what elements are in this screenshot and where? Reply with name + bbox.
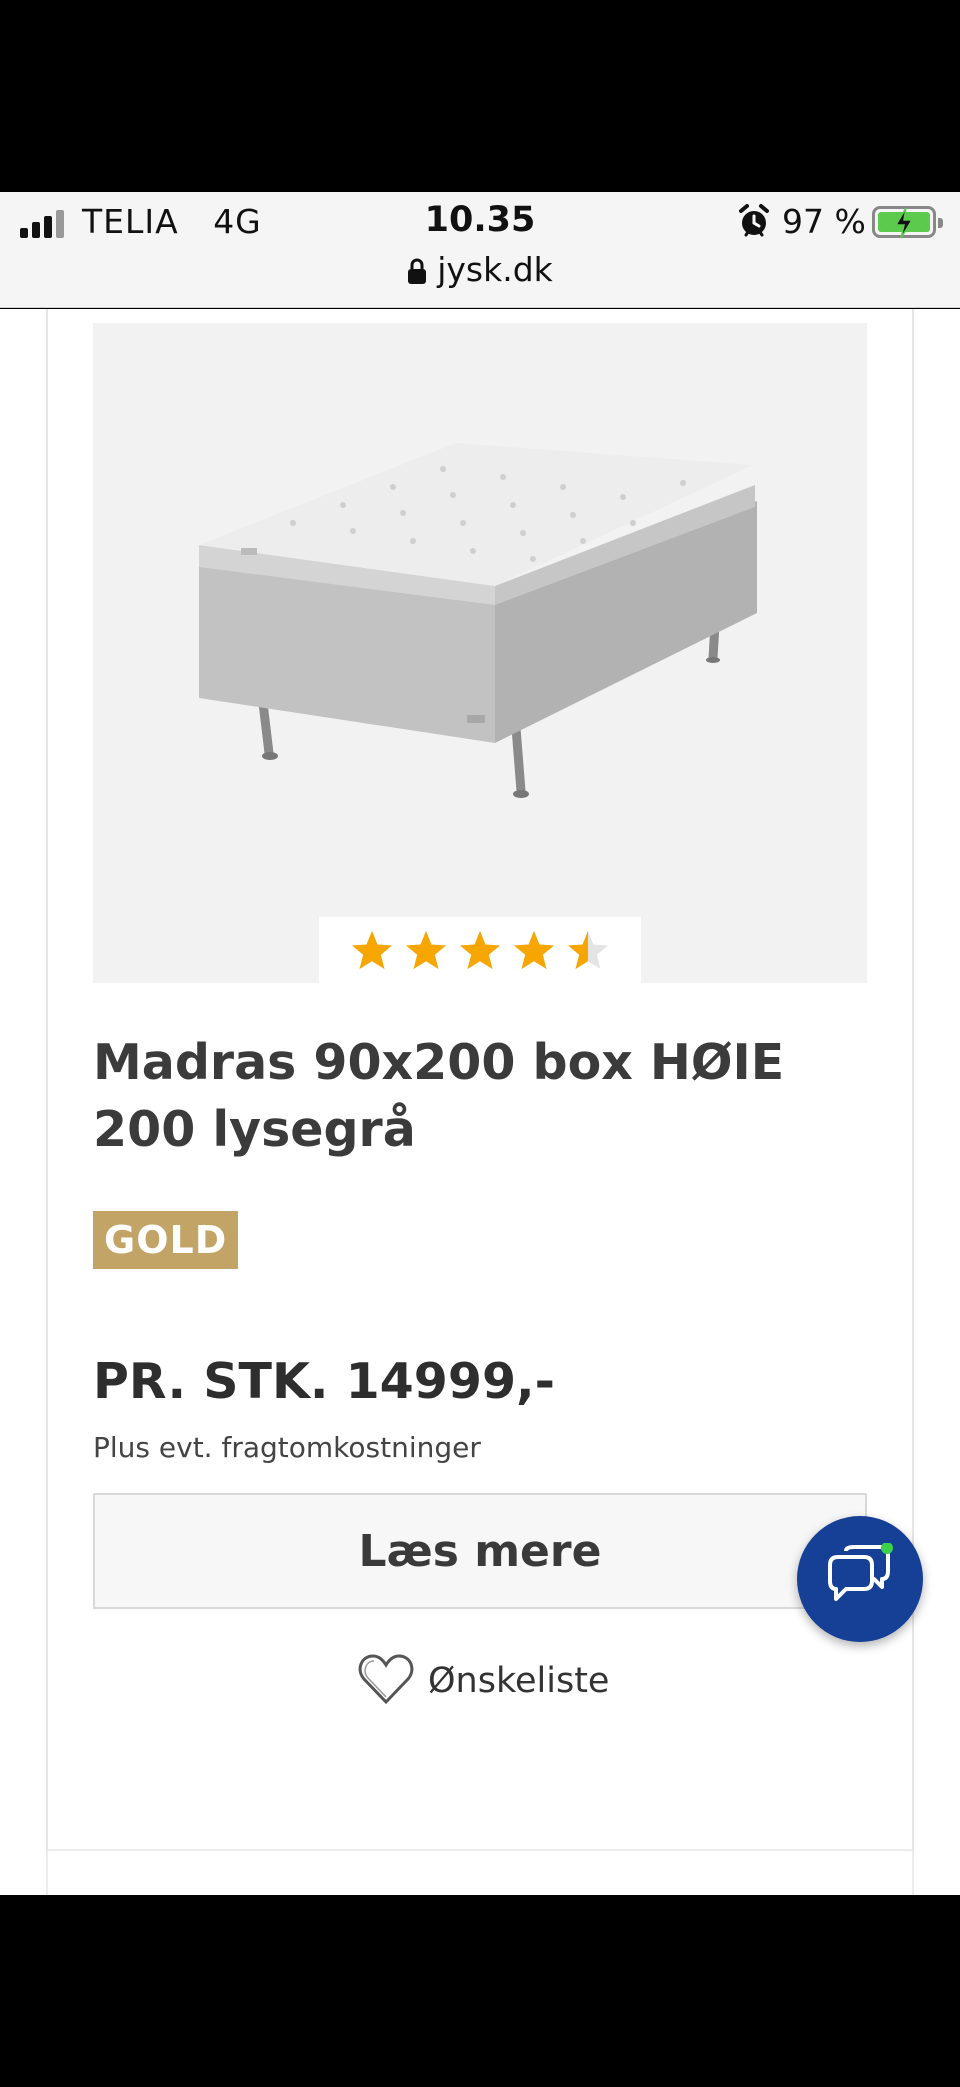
heart-icon <box>358 1652 414 1710</box>
product-rating <box>319 917 641 983</box>
alarm-icon <box>738 204 770 242</box>
product-title[interactable]: Madras 90x200 box HØIE 200 lysegrå <box>93 1029 883 1163</box>
chat-button[interactable] <box>797 1516 923 1642</box>
wishlist-button[interactable]: Ønskeliste <box>358 1651 609 1711</box>
star-icon <box>352 931 392 969</box>
page-content: Madras 90x200 box HØIE 200 lysegrå GOLD … <box>0 309 960 1895</box>
star-icon <box>406 931 446 969</box>
product-image[interactable] <box>93 323 867 983</box>
shipping-note: Plus evt. fragtomkostninger <box>93 1431 481 1464</box>
star-icon <box>514 931 554 969</box>
battery-percent: 97 % <box>782 202 866 241</box>
url-text: jysk.dk <box>437 250 553 289</box>
battery-icon <box>872 206 943 239</box>
chat-icon <box>828 1543 893 1601</box>
next-product-card <box>46 1849 914 1895</box>
box-mattress-illustration <box>199 443 757 798</box>
read-more-button[interactable]: Læs mere <box>93 1493 867 1609</box>
gold-badge: GOLD <box>93 1211 239 1269</box>
star-icon <box>460 931 500 969</box>
wishlist-label: Ønskeliste <box>428 1661 610 1701</box>
product-price: PR. STK. 14999,- <box>93 1353 556 1410</box>
lock-icon <box>407 254 427 293</box>
address-bar[interactable]: jysk.dk <box>0 250 960 293</box>
star-icon <box>568 931 608 969</box>
